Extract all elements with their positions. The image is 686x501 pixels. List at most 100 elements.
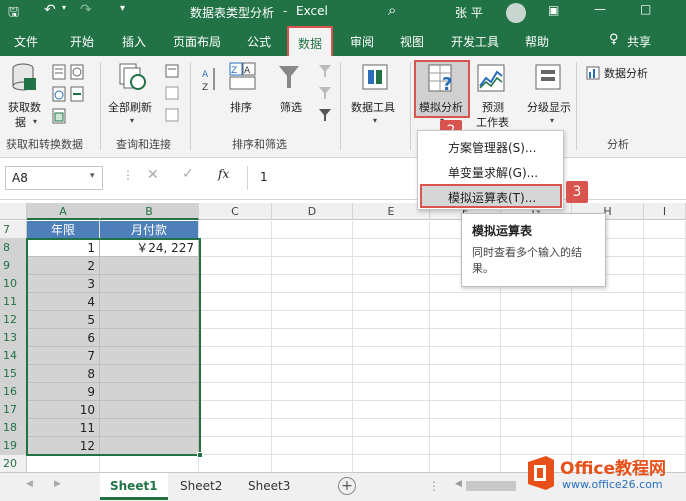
cell[interactable] bbox=[272, 275, 353, 293]
cell[interactable] bbox=[572, 347, 644, 365]
cell[interactable] bbox=[572, 437, 644, 455]
from-web-icon[interactable] bbox=[52, 86, 66, 102]
fill-handle[interactable] bbox=[197, 452, 203, 458]
tab-formulas[interactable]: 公式 bbox=[247, 33, 271, 50]
refresh-all-icon[interactable] bbox=[118, 62, 148, 92]
row-header[interactable]: 17 bbox=[0, 401, 27, 419]
cell[interactable] bbox=[272, 239, 353, 257]
cell[interactable] bbox=[100, 329, 199, 347]
cell[interactable] bbox=[572, 293, 644, 311]
row-header[interactable]: 19 bbox=[0, 437, 27, 455]
column-header-c[interactable]: C bbox=[199, 203, 272, 220]
cell[interactable] bbox=[353, 257, 430, 275]
customize-quick-access-icon[interactable]: ▾ bbox=[120, 3, 125, 14]
cell[interactable] bbox=[199, 239, 272, 257]
name-box-dropdown-icon[interactable]: ▾ bbox=[90, 171, 95, 181]
get-data-label-2[interactable]: 据 bbox=[15, 114, 26, 130]
row-header[interactable]: 20 bbox=[0, 455, 27, 472]
sheet-tab-sheet1[interactable]: Sheet1 bbox=[100, 473, 168, 500]
row-header[interactable]: 18 bbox=[0, 419, 27, 437]
cell[interactable] bbox=[644, 311, 686, 329]
tab-insert[interactable]: 插入 bbox=[122, 33, 146, 50]
cell[interactable] bbox=[430, 383, 501, 401]
cell[interactable] bbox=[199, 257, 272, 275]
cell-year-value[interactable]: 12 bbox=[27, 437, 100, 455]
cell[interactable] bbox=[199, 437, 272, 455]
cell[interactable] bbox=[199, 311, 272, 329]
what-if-analysis-icon[interactable]: ? bbox=[428, 64, 458, 94]
filter-label[interactable]: 筛选 bbox=[280, 99, 302, 115]
recent-sources-icon[interactable] bbox=[70, 64, 84, 80]
tab-page-layout[interactable]: 页面布局 bbox=[173, 33, 221, 50]
cell[interactable] bbox=[430, 329, 501, 347]
undo-dropdown-icon[interactable]: ▾ bbox=[62, 3, 66, 12]
cell[interactable] bbox=[272, 455, 353, 472]
scroll-tabs-left-icon[interactable]: ◀ bbox=[26, 479, 33, 489]
cell[interactable] bbox=[644, 239, 686, 257]
cell[interactable] bbox=[100, 455, 199, 472]
cell[interactable] bbox=[430, 311, 501, 329]
insert-function-icon[interactable]: fx bbox=[218, 167, 229, 181]
data-analysis-icon[interactable] bbox=[586, 66, 600, 80]
existing-connections-icon[interactable] bbox=[70, 86, 84, 102]
cell[interactable] bbox=[644, 347, 686, 365]
tab-file[interactable]: 文件 bbox=[14, 33, 38, 50]
redo-icon[interactable]: ↷ bbox=[80, 2, 92, 18]
cell[interactable] bbox=[501, 419, 572, 437]
refresh-all-label[interactable]: 全部刷新 bbox=[108, 99, 152, 115]
search-icon[interactable]: ⌕ bbox=[388, 1, 396, 19]
scroll-tabs-right-icon[interactable]: ▶ bbox=[54, 479, 61, 489]
cell[interactable] bbox=[644, 383, 686, 401]
column-header-d[interactable]: D bbox=[272, 203, 353, 220]
tab-review[interactable]: 审阅 bbox=[350, 33, 374, 50]
cell-year-value[interactable]: 7 bbox=[27, 347, 100, 365]
sort-az-icon[interactable]: AZ bbox=[202, 66, 218, 94]
cell[interactable] bbox=[353, 419, 430, 437]
cell[interactable] bbox=[644, 437, 686, 455]
cell[interactable] bbox=[272, 257, 353, 275]
cell[interactable] bbox=[353, 401, 430, 419]
cell[interactable] bbox=[644, 365, 686, 383]
what-if-analysis-label[interactable]: 模拟分析 bbox=[419, 99, 463, 115]
outline-dropdown-icon[interactable]: ▾ bbox=[550, 116, 554, 125]
cell[interactable] bbox=[100, 311, 199, 329]
cell[interactable] bbox=[353, 311, 430, 329]
cell-year-value[interactable]: 8 bbox=[27, 365, 100, 383]
cell[interactable] bbox=[644, 419, 686, 437]
from-text-icon[interactable] bbox=[52, 64, 66, 80]
cell[interactable] bbox=[430, 455, 501, 472]
get-data-dropdown-icon[interactable]: ▾ bbox=[33, 117, 37, 126]
name-box[interactable]: A8 ▾ bbox=[5, 166, 103, 190]
cell[interactable] bbox=[199, 401, 272, 419]
cell[interactable] bbox=[272, 401, 353, 419]
save-icon[interactable]: 🖫 bbox=[8, 3, 19, 25]
reapply-filter-icon[interactable] bbox=[318, 86, 332, 100]
cell-year-value[interactable]: 1 bbox=[27, 239, 100, 257]
cell[interactable] bbox=[430, 437, 501, 455]
cell[interactable] bbox=[272, 419, 353, 437]
tab-split-icon[interactable]: ⋮ bbox=[428, 479, 440, 493]
cancel-icon[interactable]: ✕ bbox=[147, 167, 159, 183]
menu-item-goal-seek[interactable]: 单变量求解(G)... bbox=[448, 164, 538, 181]
data-analysis-button[interactable]: 数据分析 bbox=[604, 65, 648, 81]
cell[interactable] bbox=[353, 365, 430, 383]
row-header[interactable]: 13 bbox=[0, 329, 27, 347]
add-sheet-icon[interactable]: + bbox=[338, 477, 356, 495]
cell[interactable] bbox=[501, 347, 572, 365]
cell[interactable] bbox=[272, 311, 353, 329]
minimize-icon[interactable]: — bbox=[594, 2, 606, 16]
header-cell-years[interactable]: 年限 bbox=[27, 221, 100, 239]
cell[interactable] bbox=[272, 293, 353, 311]
cell[interactable] bbox=[199, 329, 272, 347]
cell[interactable] bbox=[572, 401, 644, 419]
cell[interactable] bbox=[430, 419, 501, 437]
cell[interactable] bbox=[100, 401, 199, 419]
menu-item-scenario-manager[interactable]: 方案管理器(S)... bbox=[448, 139, 536, 156]
cell[interactable] bbox=[430, 365, 501, 383]
row-header[interactable]: 16 bbox=[0, 383, 27, 401]
share-icon[interactable]: ♀ bbox=[609, 32, 619, 47]
cell[interactable] bbox=[430, 401, 501, 419]
horizontal-scrollbar[interactable] bbox=[466, 481, 516, 491]
cell[interactable] bbox=[100, 257, 199, 275]
cell[interactable] bbox=[272, 329, 353, 347]
